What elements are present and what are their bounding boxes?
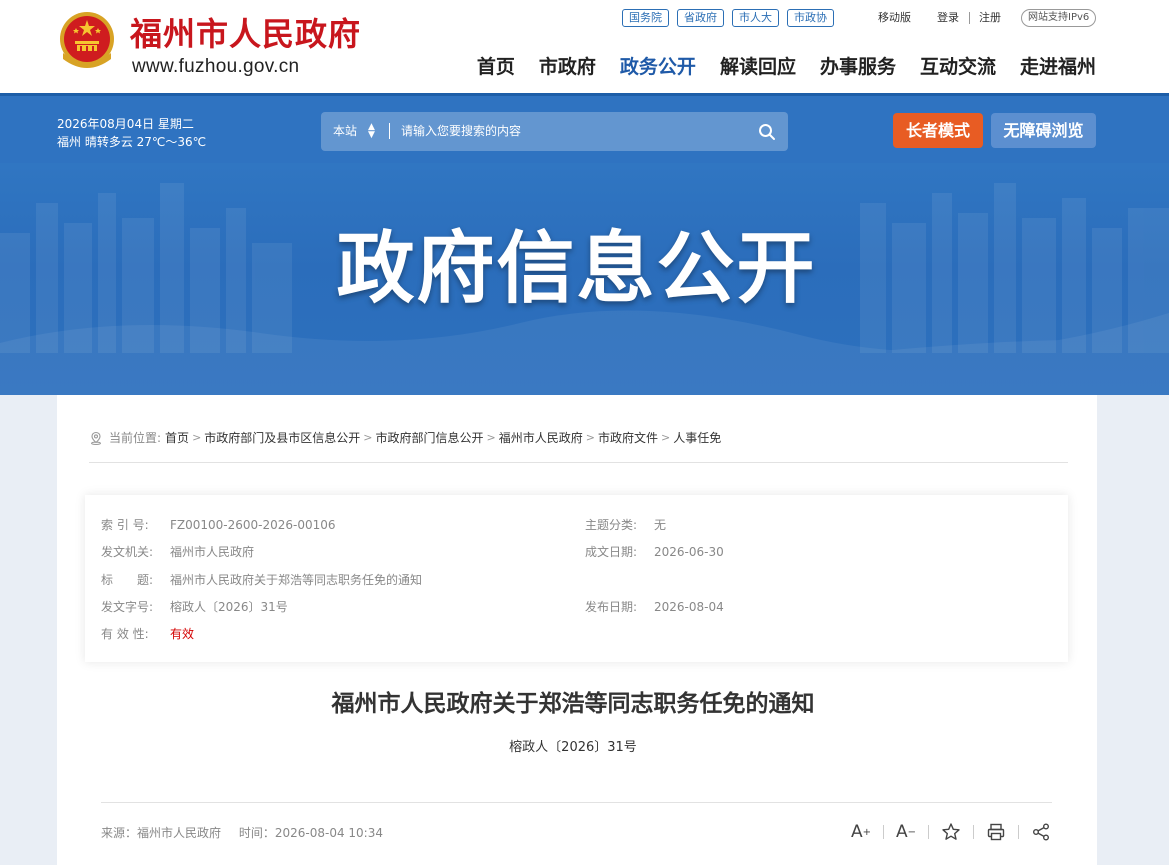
breadcrumb-label: 当前位置:: [109, 431, 162, 445]
site-url[interactable]: www.fuzhou.gov.cn: [132, 56, 299, 78]
chevron-right-icon: >: [363, 431, 373, 444]
chevron-right-icon: >: [486, 431, 496, 444]
search-icon[interactable]: [758, 123, 776, 141]
meta-created-date: 成文日期: 2026-06-30: [585, 545, 724, 559]
weather-text: 福州 晴转多云 27℃～36℃: [57, 135, 207, 149]
search-bar: 本站 ▲ ▼: [321, 112, 788, 151]
toplink-cppcc[interactable]: 市政协: [787, 9, 834, 27]
breadcrumb-divider: [89, 462, 1068, 463]
nav-interpretation[interactable]: 解读回应: [720, 54, 796, 80]
crumb-departments-counties[interactable]: 市政府部门及县市区信息公开: [204, 429, 360, 447]
document-source-time: 来源：福州市人民政府 时间：2026-08-04 10:34: [101, 824, 397, 842]
location-pin-icon: [91, 431, 101, 445]
tool-divider: [973, 825, 974, 839]
meta-topic: 主题分类: 无: [585, 518, 667, 532]
nav-about-fuzhou[interactable]: 走进福州: [1020, 54, 1096, 80]
document-time: 时间：2026-08-04 10:34: [238, 826, 383, 840]
nav-services[interactable]: 办事服务: [820, 54, 896, 80]
top-links: 国务院 省政府 市人大 市政协: [622, 9, 834, 27]
document-number: 榕政人〔2026〕31号: [509, 740, 637, 755]
banner-title: 政府信息公开: [336, 224, 817, 314]
tool-divider: [928, 825, 929, 839]
register-link[interactable]: 注册: [979, 11, 1001, 25]
breadcrumb: 当前位置: 首页 > 市政府部门及县市区信息公开 > 市政府部门信息公开 > 福…: [89, 429, 721, 447]
document-tools: A + A −: [847, 821, 1055, 843]
crumb-fuzhou-government[interactable]: 福州市人民政府: [499, 429, 583, 447]
meta-published-date: 发布日期: 2026-08-04: [585, 600, 724, 614]
font-larger-icon[interactable]: A +: [847, 821, 875, 843]
site-name[interactable]: 福州市人民政府: [130, 14, 361, 54]
current-date: 2026年08月04日 星期二: [57, 117, 194, 131]
nav-city-government[interactable]: 市政府: [539, 54, 596, 80]
toplink-municipal-congress[interactable]: 市人大: [732, 9, 779, 27]
nav-government-affairs[interactable]: 政务公开: [620, 54, 696, 80]
font-smaller-icon[interactable]: A −: [892, 821, 920, 843]
crumb-city-documents[interactable]: 市政府文件: [598, 429, 658, 447]
nav-interaction[interactable]: 互动交流: [920, 54, 996, 80]
national-emblem-icon[interactable]: [57, 11, 117, 73]
star-icon[interactable]: [937, 821, 965, 843]
meta-index: 索 引 号: FZ00100-2600-2026-00106: [101, 518, 336, 532]
crumb-personnel[interactable]: 人事任免: [673, 429, 721, 447]
chevron-right-icon: >: [192, 431, 202, 444]
document-title: 福州市人民政府关于郑浩等同志职务任免的通知: [331, 691, 815, 717]
document-metadata: 索 引 号: FZ00100-2600-2026-00106 主题分类: 无 发文机…: [85, 495, 1068, 662]
main-nav: 首页 市政府 政务公开 解读回应 办事服务 互动交流 走进福州: [477, 54, 1096, 80]
scope-updown-icon[interactable]: ▲ ▼: [368, 123, 375, 140]
elder-mode-button[interactable]: 长者模式: [893, 113, 983, 148]
crumb-home[interactable]: 首页: [165, 429, 189, 447]
search-input[interactable]: [401, 120, 741, 142]
login-link[interactable]: 登录: [937, 11, 959, 25]
site-header: 福州市人民政府 www.fuzhou.gov.cn 国务院 省政府 市人大 市政…: [0, 0, 1169, 93]
chevron-right-icon: >: [661, 431, 671, 444]
tool-divider: [883, 825, 884, 839]
meta-validity: 有 效 性: 有效: [101, 627, 195, 641]
toplink-state-council[interactable]: 国务院: [622, 9, 669, 27]
document-source: 来源：福州市人民政府: [101, 826, 222, 840]
ipv6-badge: 网站支持IPv6: [1021, 9, 1097, 27]
tool-divider: [1018, 825, 1019, 839]
document-divider: [101, 802, 1052, 803]
validity-status: 有效: [170, 627, 195, 641]
meta-title: 标 题: 福州市人民政府关于郑浩等同志职务任免的通知: [101, 573, 423, 587]
mobile-version-link[interactable]: 移动版: [878, 11, 911, 25]
crumb-department-info[interactable]: 市政府部门信息公开: [376, 429, 484, 447]
content-panel: 当前位置: 首页 > 市政府部门及县市区信息公开 > 市政府部门信息公开 > 福…: [57, 395, 1097, 865]
search-divider: [389, 123, 390, 139]
share-icon[interactable]: [1027, 821, 1055, 843]
util-divider: [969, 12, 970, 24]
nav-home[interactable]: 首页: [477, 54, 515, 80]
accessibility-button[interactable]: 无障碍浏览: [991, 113, 1096, 148]
meta-doc-number: 发文字号: 榕政人〔2026〕31号: [101, 600, 288, 614]
search-scope-select[interactable]: 本站: [333, 123, 357, 139]
date-weather: 2026年08月04日 星期二 福州 晴转多云 27℃～36℃: [57, 115, 206, 151]
meta-issuer: 发文机关: 福州市人民政府: [101, 545, 255, 559]
toplink-provincial-gov[interactable]: 省政府: [677, 9, 724, 27]
print-icon[interactable]: [982, 821, 1010, 843]
chevron-right-icon: >: [585, 431, 595, 444]
